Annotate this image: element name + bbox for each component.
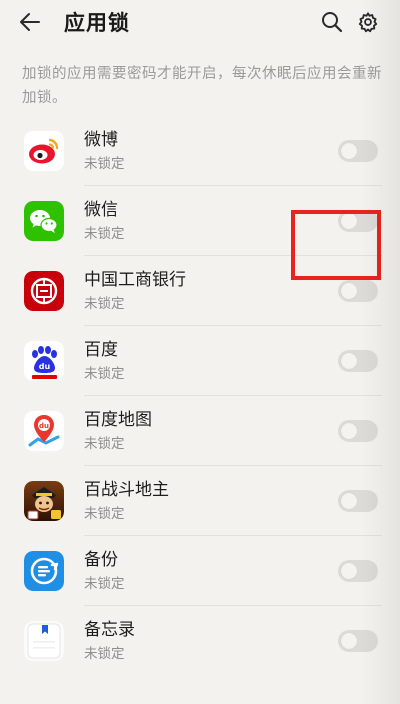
app-status: 未锁定 [84, 366, 125, 382]
app-name: 微信 [84, 200, 118, 220]
app-name: 中国工商银行 [84, 270, 186, 290]
baidu-map-icon: du [24, 411, 64, 451]
lock-toggle[interactable] [338, 560, 378, 582]
toggle-knob [341, 563, 357, 579]
gear-icon [358, 12, 378, 33]
list-item[interactable]: 微博 未锁定 [0, 116, 400, 186]
app-status: 未锁定 [84, 296, 125, 312]
back-button[interactable] [18, 0, 50, 44]
app-name: 百战斗地主 [84, 480, 169, 500]
search-icon [322, 12, 343, 33]
app-list: 微博 未锁定 微信 未锁定 中国工商银行 未锁定 du 百度 未锁定 du 百度… [0, 116, 400, 676]
toggle-knob [341, 213, 357, 229]
app-status: 未锁定 [84, 436, 125, 452]
app-name: 微博 [84, 130, 118, 150]
lock-description: 加锁的应用需要密码才能开启，每次休眠后应用会重新加锁。 [22, 66, 382, 106]
app-status: 未锁定 [84, 576, 125, 592]
lock-toggle[interactable] [338, 350, 378, 372]
app-name: 备份 [84, 550, 118, 570]
toggle-knob [341, 633, 357, 649]
toggle-knob [341, 423, 357, 439]
app-name: 百度 [84, 340, 118, 360]
app-text: 中国工商银行 未锁定 [84, 268, 338, 314]
toggle-knob [341, 143, 357, 159]
app-name: 百度地图 [84, 410, 152, 430]
toggle-knob [341, 353, 357, 369]
lock-toggle[interactable] [338, 420, 378, 442]
list-item[interactable]: 微信 未锁定 [0, 186, 400, 256]
lock-toggle[interactable] [338, 140, 378, 162]
list-item[interactable]: 备份 未锁定 [0, 536, 400, 606]
toggle-knob [341, 493, 357, 509]
list-item[interactable]: 备忘录 未锁定 [0, 606, 400, 676]
search-button[interactable] [314, 0, 350, 44]
page-title: 应用锁 [64, 11, 130, 35]
list-item[interactable]: du 百度 未锁定 [0, 326, 400, 396]
list-item[interactable]: du 百度地图 未锁定 [0, 396, 400, 466]
lock-toggle[interactable] [338, 210, 378, 232]
list-item[interactable]: 中国工商银行 未锁定 [0, 256, 400, 326]
lock-toggle[interactable] [338, 280, 378, 302]
app-text: 百战斗地主 未锁定 [84, 478, 338, 524]
app-status: 未锁定 [84, 506, 125, 522]
baidu-icon: du [24, 341, 64, 381]
settings-button[interactable] [350, 0, 386, 44]
app-text: 备忘录 未锁定 [84, 618, 338, 664]
app-text: 微博 未锁定 [84, 128, 338, 174]
app-text: 百度地图 未锁定 [84, 408, 338, 454]
lock-toggle[interactable] [338, 490, 378, 512]
icbc-icon [24, 271, 64, 311]
app-status: 未锁定 [84, 156, 125, 172]
lock-toggle[interactable] [338, 630, 378, 652]
weibo-icon [24, 131, 64, 171]
app-text: 微信 未锁定 [84, 198, 338, 244]
landlord-game-icon [24, 481, 64, 521]
app-text: 百度 未锁定 [84, 338, 338, 384]
wechat-icon [24, 201, 64, 241]
svg-text:du: du [39, 362, 51, 371]
app-text: 备份 未锁定 [84, 548, 338, 594]
memo-icon [24, 621, 64, 661]
app-name: 备忘录 [84, 620, 135, 640]
toggle-knob [341, 283, 357, 299]
app-bar: 应用锁 [0, 0, 400, 44]
app-status: 未锁定 [84, 226, 125, 242]
back-arrow-icon [20, 13, 40, 31]
list-item[interactable]: 百战斗地主 未锁定 [0, 466, 400, 536]
app-status: 未锁定 [84, 646, 125, 662]
backup-icon [24, 551, 64, 591]
svg-text:du: du [39, 422, 49, 430]
